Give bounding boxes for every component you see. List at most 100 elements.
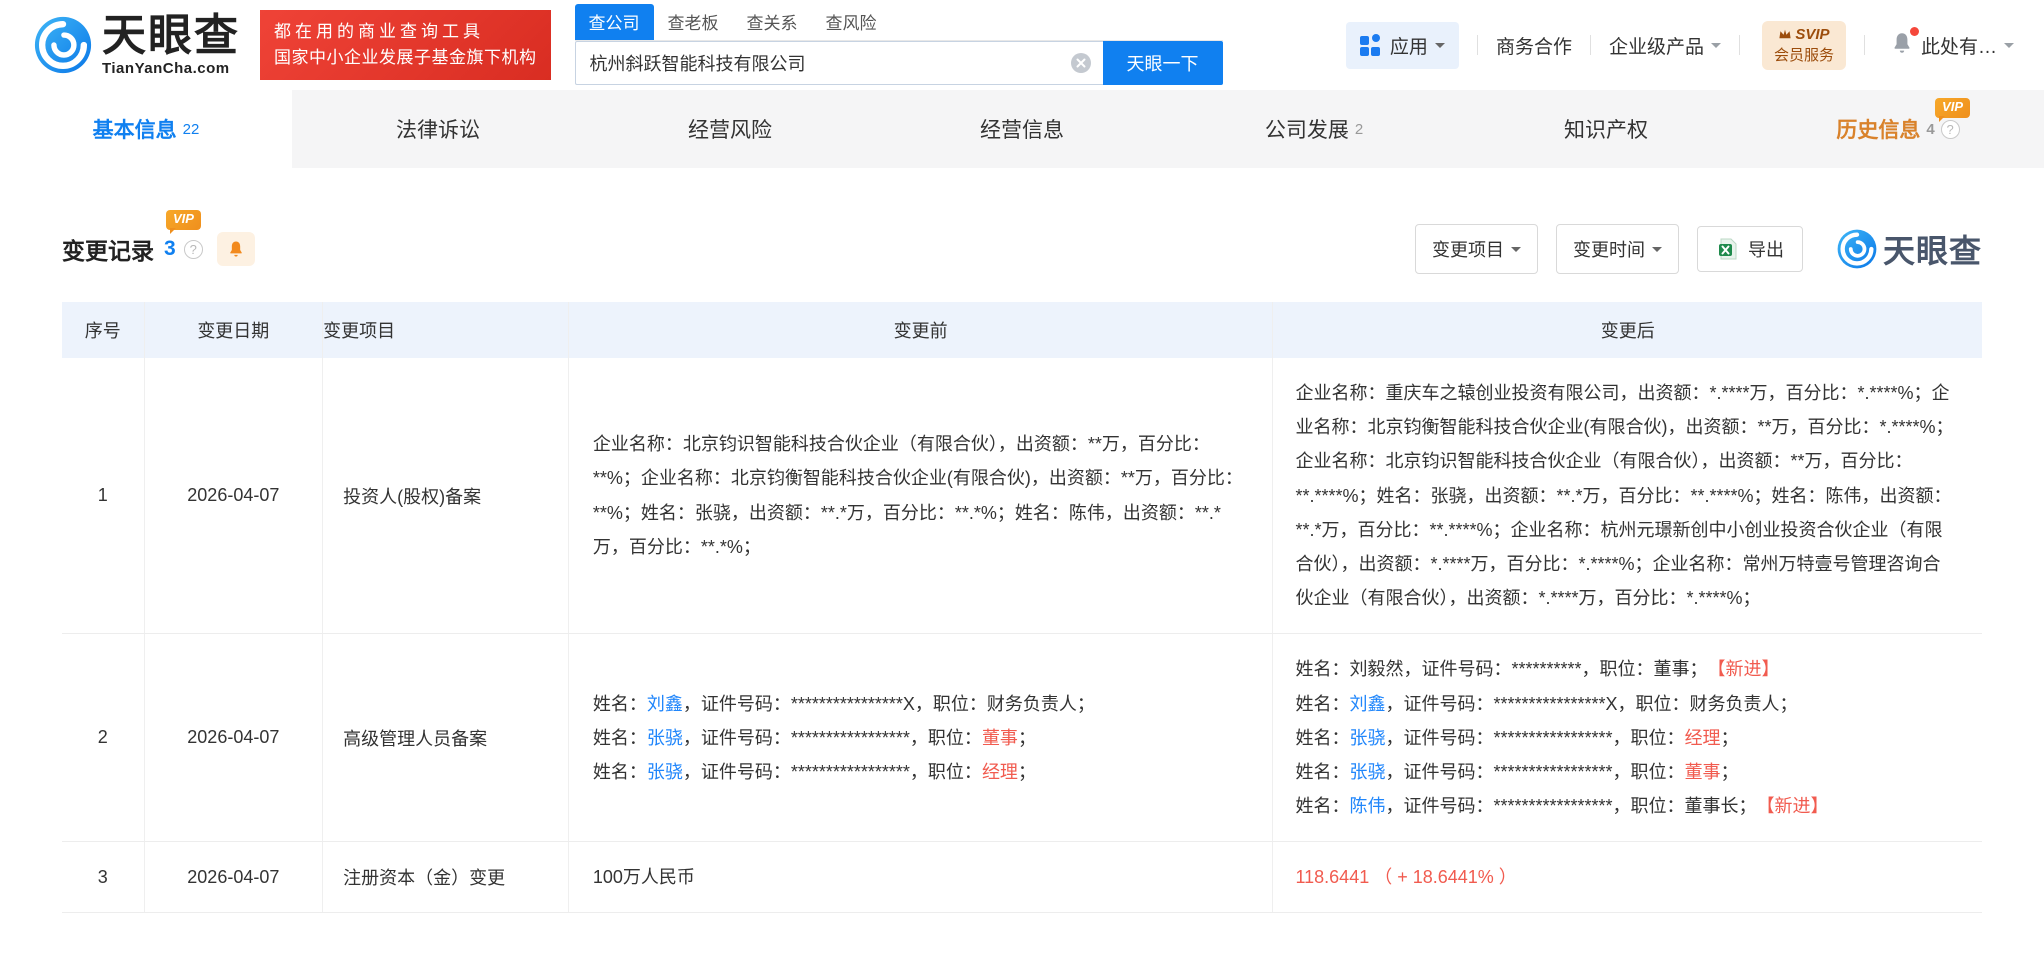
promo-line1: 都在用的商业查询工具 — [274, 21, 484, 41]
tab-label: 经营风险 — [688, 119, 772, 142]
user-account-menu[interactable]: 此处有… — [1921, 32, 2014, 59]
table-cell: 1 — [62, 358, 145, 634]
apps-grid-icon — [1359, 34, 1382, 56]
highlight-text: 经理 — [1684, 727, 1721, 748]
person-link[interactable]: 张骁 — [647, 728, 683, 748]
table-cell: 100万人民币 — [569, 842, 1274, 913]
tab-4[interactable]: 经营信息 — [876, 90, 1168, 168]
search-button[interactable]: 天眼一下 — [1102, 41, 1223, 85]
search-tab-2[interactable]: 查老板 — [654, 4, 733, 40]
nav-cooperation[interactable]: 商务合作 — [1496, 32, 1572, 59]
cell-text: 企业名称：北京钧识智能科技合伙企业（有限合伙），出资额：**万，百分比：**%；… — [592, 434, 1243, 557]
chevron-down-icon — [1710, 42, 1721, 53]
clear-search-icon[interactable] — [1070, 53, 1091, 73]
chevron-down-icon — [1510, 246, 1521, 257]
logo-domain: TianYanCha.com — [102, 59, 230, 77]
cell-text: ，证件号码：*****************，职位：董事长； — [1385, 796, 1766, 817]
search-input[interactable] — [574, 41, 1103, 85]
tab-label: 经营信息 — [980, 119, 1064, 142]
tab-2[interactable]: 法律诉讼 — [292, 90, 584, 168]
help-icon[interactable]: ? — [1940, 119, 1960, 139]
cell-line: 118.6441 （ + 18.6441% ） — [1295, 860, 1957, 894]
chevron-down-icon — [1651, 246, 1662, 257]
filter-change-item-label: 变更项目 — [1431, 240, 1504, 260]
export-label: 导出 — [1747, 240, 1784, 260]
search-tabs: 查公司 查老板 查关系 查风险 — [574, 4, 1223, 41]
table-row: 3 2026-04-07 注册资本（金）变更 100万人民币 118.6441 （ + … — [62, 842, 1982, 914]
vip-badge: VIP — [166, 210, 201, 234]
svip-member-badge[interactable]: SVIP 会员服务 — [1761, 20, 1846, 70]
person-link[interactable]: 张骁 — [1349, 762, 1385, 782]
change-records-section: VIP 变更记录 3 ? 变更项目 变更时间 导出 天眼查 序号 变更日期 变更… — [0, 168, 2044, 914]
nav-enterprise-products[interactable]: 企业级产品 — [1609, 32, 1721, 59]
highlight-text: 【新进】 — [1765, 796, 1829, 817]
cell-text: ； — [1017, 727, 1036, 748]
cell-text: ，证件号码：*****************，职位： — [682, 761, 982, 782]
cell-text: 姓名： — [1295, 761, 1350, 782]
cell-line: 企业名称：重庆车之辕创业投资有限公司，出资额：*.****万，百分比：*.***… — [1295, 376, 1957, 615]
search-area: 查公司查老板查关系查风险 天眼一下 — [574, 4, 1223, 85]
header-nav: 应用 商务合作 企业级产品 SVIP 会员服务 此处有… — [1345, 20, 2014, 70]
change-records-table: 序号 变更日期 变更项目 变更前 变更后 1 2026-04-07 投资人(股权)备案 企业名… — [62, 302, 1982, 914]
promo-line2: 国家中小企业发展子基金旗下机构 — [274, 48, 537, 67]
cell-text: ； — [1720, 761, 1739, 782]
highlight-text: 董事 — [1684, 761, 1721, 782]
notification-dot — [1909, 26, 1919, 36]
cell-text: ； — [1017, 761, 1036, 782]
search-tab-4[interactable]: 查风险 — [812, 4, 891, 40]
cell-text: ，证件号码：*****************，职位： — [682, 727, 982, 748]
table-cell: 118.6441 （ + 18.6441% ） — [1273, 842, 1981, 912]
person-link[interactable]: 刘鑫 — [647, 694, 683, 714]
notifications-bell[interactable] — [1889, 26, 1919, 61]
table-cell: 3 — [62, 842, 145, 913]
filter-change-time-label: 变更时间 — [1572, 240, 1645, 260]
table-row: 2 2026-04-07 高级管理人员备案 姓名：刘鑫，证件号码：**********… — [62, 634, 1982, 843]
tab-6[interactable]: 知识产权 — [1460, 90, 1752, 168]
tab-count: 22 — [182, 120, 200, 138]
crown-icon — [1779, 29, 1791, 39]
cell-line: 姓名：张骁，证件号码：*****************，职位：董事； — [1295, 755, 1957, 789]
cell-line: 姓名：刘鑫，证件号码：****************X，职位：财务负责人； — [593, 687, 1247, 721]
logo-swirl-icon — [1837, 229, 1877, 269]
tab-label: 知识产权 — [1564, 119, 1648, 142]
subscribe-bell-button[interactable] — [216, 232, 255, 266]
table-cell: 企业名称：北京钧识智能科技合伙企业（有限合伙），出资额：**万，百分比：**%；… — [569, 358, 1274, 634]
cell-text: 姓名： — [1295, 796, 1350, 817]
table-cell: 注册资本（金）变更 — [323, 842, 569, 913]
filter-change-item-button[interactable]: 变更项目 — [1414, 224, 1538, 274]
person-link[interactable]: 刘鑫 — [1349, 694, 1385, 714]
help-icon[interactable]: ? — [183, 239, 203, 259]
filter-change-time-button[interactable]: 变更时间 — [1555, 224, 1679, 274]
table-cell: 姓名：刘鑫，证件号码：****************X，职位：财务负责人； 姓名… — [569, 634, 1274, 842]
person-link[interactable]: 陈伟 — [1349, 796, 1385, 816]
table-row: 1 2026-04-07 投资人(股权)备案 企业名称：北京钧识智能科技合伙企业（有限… — [62, 358, 1982, 635]
tab-5[interactable]: 公司发展 2 — [1168, 90, 1460, 168]
search-tab-3[interactable]: 查关系 — [733, 4, 812, 40]
svip-line1: SVIP — [1795, 25, 1830, 43]
export-button[interactable]: 导出 — [1696, 226, 1803, 272]
highlight-text: 经理 — [981, 761, 1018, 782]
search-tab-1[interactable]: 查公司 — [574, 4, 654, 40]
tab-label: 基本信息 — [92, 119, 177, 142]
person-link[interactable]: 张骁 — [1349, 728, 1385, 748]
column-header-2: 变更日期 — [145, 302, 324, 358]
column-header-4: 变更前 — [569, 302, 1274, 358]
table-body: 1 2026-04-07 投资人(股权)备案 企业名称：北京钧识智能科技合伙企业（有限… — [62, 358, 1982, 914]
tab-3[interactable]: 经营风险 — [584, 90, 876, 168]
tab-7[interactable]: VIP 历史信息 4? — [1752, 90, 2044, 168]
table-cell: 企业名称：重庆车之辕创业投资有限公司，出资额：*.****万，百分比：*.***… — [1273, 358, 1981, 633]
apps-menu[interactable]: 应用 — [1345, 21, 1459, 69]
tianyancha-page: 天眼查 TianYanCha.com 都在用的商业查询工具 国家中小企业发展子基… — [0, 0, 2044, 972]
tianyancha-logo[interactable]: 天眼查 TianYanCha.com — [34, 13, 240, 77]
tab-label: 法律诉讼 — [396, 119, 480, 142]
cell-line: 姓名：刘毅然，证件号码：**********，职位：董事； 【新进】 — [1295, 652, 1957, 686]
column-header-1: 序号 — [62, 302, 145, 358]
person-link[interactable]: 张骁 — [647, 762, 683, 782]
divider — [1476, 35, 1478, 55]
divider — [1589, 35, 1591, 55]
tab-1[interactable]: 基本信息 22 — [0, 90, 292, 168]
vip-badge: VIP — [1935, 98, 1970, 122]
svip-line2: 会员服务 — [1773, 46, 1834, 64]
tab-count: 2 — [1354, 120, 1364, 138]
table-cell: 姓名：刘毅然，证件号码：**********，职位：董事； 【新进】姓名： 刘鑫 ，… — [1273, 634, 1981, 841]
